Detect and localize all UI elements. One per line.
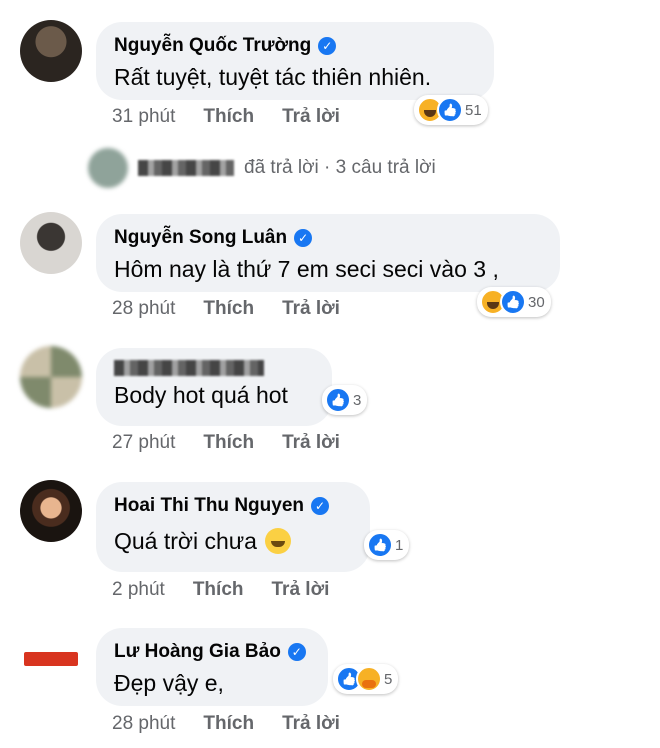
- like-icon: [367, 532, 393, 558]
- comment-time[interactable]: 28 phút: [112, 713, 175, 735]
- comment-time[interactable]: 31 phút: [112, 106, 175, 128]
- commenter-name[interactable]: Nguyễn Quốc Trường ✓: [114, 34, 474, 58]
- commenter-name-redacted[interactable]: [114, 360, 312, 376]
- avatar[interactable]: [20, 212, 82, 274]
- commenter-name[interactable]: Nguyễn Song Luân ✓: [114, 226, 540, 250]
- redacted-name: [114, 360, 264, 376]
- comment-bubble: Hoai Thi Thu Nguyen ✓ Quá trời chưa: [96, 482, 370, 572]
- avatar[interactable]: [20, 20, 82, 82]
- reaction-count: 5: [384, 670, 393, 688]
- comment-time[interactable]: 2 phút: [112, 579, 165, 601]
- comment-text: Rất tuyệt, tuyệt tác thiên nhiên.: [114, 64, 432, 90]
- like-button[interactable]: Thích: [203, 713, 254, 735]
- replier-name-redacted: [138, 160, 234, 176]
- like-icon: [500, 289, 526, 315]
- reaction-summary[interactable]: 5: [333, 664, 399, 694]
- reaction-count: 30: [528, 293, 545, 311]
- comment-time[interactable]: 28 phút: [112, 298, 175, 320]
- reaction-summary[interactable]: 1: [364, 530, 410, 560]
- comment-actions: 2 phút Thích Trả lời: [112, 579, 329, 601]
- comment-actions: 31 phút Thích Trả lời: [112, 106, 340, 128]
- replier-avatar: [88, 148, 128, 188]
- verified-badge-icon: ✓: [311, 497, 329, 515]
- comment-text: Body hot quá hot: [114, 382, 288, 408]
- reaction-summary[interactable]: 3: [322, 385, 368, 415]
- like-icon: [437, 97, 463, 123]
- reaction-summary[interactable]: 30: [477, 287, 551, 317]
- like-icon: [325, 387, 351, 413]
- avatar-logo: [24, 652, 78, 666]
- verified-badge-icon: ✓: [287, 643, 306, 661]
- comment-bubble: Body hot quá hot: [96, 348, 332, 426]
- comment-bubble: Nguyễn Song Luân ✓ Hôm nay là thứ 7 em s…: [96, 214, 560, 292]
- like-button[interactable]: Thích: [203, 298, 254, 320]
- commenter-name[interactable]: Hoai Thi Thu Nguyen ✓: [114, 494, 350, 518]
- verified-badge-icon: ✓: [318, 37, 337, 55]
- comment-actions: 28 phút Thích Trả lời: [112, 298, 340, 320]
- like-button[interactable]: Thích: [203, 432, 254, 454]
- care-icon: [356, 666, 382, 692]
- like-button[interactable]: Thích: [193, 579, 244, 601]
- verified-badge-icon: ✓: [294, 229, 313, 247]
- comment-text: Quá trời chưa: [114, 526, 350, 556]
- reaction-count: 51: [465, 101, 482, 119]
- reply-button[interactable]: Trả lời: [272, 579, 330, 601]
- like-button[interactable]: Thích: [203, 106, 254, 128]
- comment-bubble: Nguyễn Quốc Trường ✓ Rất tuyệt, tuyệt tá…: [96, 22, 494, 100]
- view-replies-link[interactable]: đã trả lời · 3 câu trả lời: [88, 148, 436, 188]
- reply-button[interactable]: Trả lời: [282, 713, 340, 735]
- reply-button[interactable]: Trả lời: [282, 432, 340, 454]
- comment-actions: 28 phút Thích Trả lời: [112, 713, 340, 735]
- comment-bubble: Lư Hoàng Gia Bảo ✓ Đẹp vậy e,: [96, 628, 328, 706]
- reaction-summary[interactable]: 51: [414, 95, 488, 125]
- grinning-face-emoji-icon: [264, 528, 291, 554]
- reaction-count: 3: [353, 391, 362, 409]
- reaction-count: 1: [395, 536, 404, 554]
- comment-text: Đẹp vậy e,: [114, 670, 224, 696]
- avatar[interactable]: [20, 346, 82, 408]
- commenter-name[interactable]: Lư Hoàng Gia Bảo ✓: [114, 640, 308, 664]
- avatar[interactable]: [20, 480, 82, 542]
- comment-actions: 27 phút Thích Trả lời: [112, 432, 340, 454]
- avatar[interactable]: [20, 628, 82, 690]
- comment-text: Hôm nay là thứ 7 em seci seci vào 3 ,: [114, 256, 499, 282]
- reply-button[interactable]: Trả lời: [282, 106, 340, 128]
- reply-button[interactable]: Trả lời: [282, 298, 340, 320]
- reply-summary-text: đã trả lời · 3 câu trả lời: [244, 157, 436, 178]
- comment-time[interactable]: 27 phút: [112, 432, 175, 454]
